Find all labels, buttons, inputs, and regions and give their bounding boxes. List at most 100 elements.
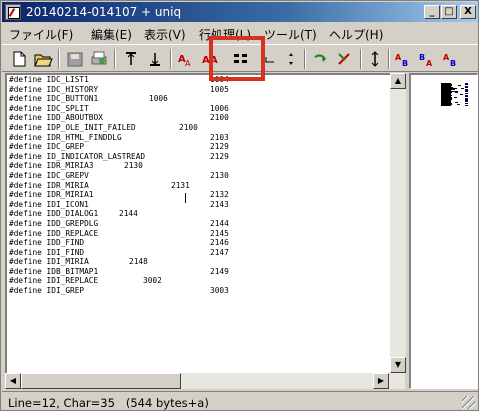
swap-lines-icon[interactable] bbox=[364, 49, 386, 69]
scroll-right-button[interactable]: ▶ bbox=[373, 373, 389, 389]
code-text: #define IDC_LIST1 bbox=[9, 75, 89, 84]
code-text: #define IDP_OLE_INIT_FAILED bbox=[9, 122, 136, 132]
code-line: #define IDD_FIND 2146 bbox=[9, 238, 229, 248]
sort-ascending-icon[interactable] bbox=[120, 49, 142, 69]
minimap-value bbox=[465, 93, 469, 94]
horizontal-scrollbar[interactable]: ◀ ▶ bbox=[5, 373, 405, 389]
status-bar: Line=12, Char=35 (544 bytes+a) bbox=[2, 391, 478, 411]
code-line: #define IDD_GREPDLG 2144 bbox=[9, 218, 229, 229]
app-icon[interactable] bbox=[5, 4, 21, 20]
code-value: 1005 bbox=[210, 84, 229, 94]
code-value: 3002 bbox=[143, 276, 162, 286]
scroll-down-button[interactable]: ▼ bbox=[390, 357, 406, 373]
code-value: 2149 bbox=[210, 266, 229, 276]
minimap-value bbox=[465, 87, 469, 88]
code-value: 2103 bbox=[210, 132, 229, 142]
minimap-line bbox=[441, 105, 451, 106]
code-text: #define IDC_SPLIT bbox=[9, 103, 89, 113]
code-value: 2100 bbox=[210, 113, 229, 123]
menu-view[interactable]: 表示(V) bbox=[144, 26, 186, 43]
code-text: #define IDR_MIRIA3 bbox=[9, 161, 94, 171]
find-next-icon[interactable] bbox=[310, 49, 332, 69]
code-lines: #define IDC_LIST1 1004 #define IDC_HISTORY… bbox=[9, 75, 229, 296]
print-icon[interactable] bbox=[88, 49, 110, 69]
code-text: #define IDC_HISTORY bbox=[9, 84, 99, 94]
minimap-value bbox=[465, 105, 469, 106]
horizontal-scroll-thumb[interactable] bbox=[21, 373, 181, 389]
code-line: #define IDC_GREPV 2130 bbox=[9, 170, 229, 181]
minimize-button[interactable]: _ bbox=[424, 5, 440, 19]
code-text: #define IDD_DIALOG1 bbox=[9, 209, 99, 219]
code-text: #define IDD_FIND bbox=[9, 238, 85, 248]
menu-edit[interactable]: 編集(E) bbox=[91, 26, 132, 43]
minimap-value bbox=[454, 97, 458, 98]
minimap-value bbox=[457, 85, 461, 86]
svg-text:B: B bbox=[450, 59, 456, 68]
compare-ab-icon[interactable]: AB bbox=[392, 49, 414, 69]
toolbar-separator bbox=[170, 49, 172, 69]
code-value: 2143 bbox=[210, 199, 229, 209]
resize-grip-icon[interactable] bbox=[462, 396, 475, 409]
code-text: #define IDD_GREPDLG bbox=[9, 218, 99, 228]
save-icon[interactable] bbox=[64, 49, 86, 69]
code-line: #define ID_INDICATOR_LASTREAD 2129 bbox=[9, 151, 229, 162]
code-line: #define IDC_HISTORY 1005 bbox=[9, 84, 229, 95]
maximize-button[interactable]: □ bbox=[441, 5, 457, 19]
code-line: #define IDI_REPLACE 3002 bbox=[9, 276, 162, 286]
svg-text:A: A bbox=[395, 53, 402, 62]
code-text: #define IDI_REPLACE bbox=[9, 276, 99, 286]
code-value: 3003 bbox=[210, 286, 229, 296]
code-line: #define IDD_REPLACE 2145 bbox=[9, 228, 229, 239]
menu-help[interactable]: ヘルプ(H) bbox=[329, 26, 383, 43]
code-text: #define IDI_GREP bbox=[9, 286, 85, 296]
code-text: #define IDC_GREPV bbox=[9, 170, 89, 180]
minimap-value bbox=[465, 91, 469, 92]
code-line: #define IDD_ABOUTBOX 2100 bbox=[9, 113, 229, 123]
code-value: 2129 bbox=[210, 142, 229, 152]
svg-text:A: A bbox=[443, 53, 450, 62]
minimap-value bbox=[457, 104, 461, 105]
code-text: #define IDI_MIRIA bbox=[9, 257, 89, 267]
code-value: 2130 bbox=[124, 161, 143, 171]
code-value: 2130 bbox=[210, 170, 229, 180]
compare-ab-alt-icon[interactable]: AB bbox=[440, 49, 462, 69]
scroll-left-button[interactable]: ◀ bbox=[5, 373, 21, 389]
scroll-up-button[interactable]: ▲ bbox=[390, 73, 406, 89]
svg-text:A: A bbox=[185, 59, 191, 68]
code-line: #define IDR_MIRIA3 2130 bbox=[9, 161, 145, 171]
code-text: #define IDD_REPLACE bbox=[9, 228, 99, 238]
highlight-box bbox=[209, 36, 265, 81]
new-file-icon[interactable] bbox=[8, 49, 30, 69]
code-line: #define IDD_DIALOG1 2144 bbox=[9, 209, 145, 219]
code-value: 2145 bbox=[210, 228, 229, 238]
app-window: 20140214-014107 + uniq _ □ X ファイル(F) 編集(… bbox=[0, 0, 479, 411]
toolbar-separator bbox=[114, 49, 116, 69]
text-case-icon[interactable]: AA bbox=[174, 49, 196, 69]
vertical-scrollbar[interactable]: ▲ ▼ bbox=[390, 73, 406, 373]
svg-text:A: A bbox=[426, 59, 433, 68]
toolbar-separator bbox=[304, 49, 306, 69]
sort-descending-icon[interactable] bbox=[144, 49, 166, 69]
minimap-panel[interactable] bbox=[409, 73, 478, 389]
text-editor[interactable]: #define IDC_LIST1 1004 #define IDC_HISTORY… bbox=[5, 73, 405, 389]
title-bar[interactable]: 20140214-014107 + uniq _ □ X bbox=[2, 2, 478, 22]
compare-ba-icon[interactable]: BA bbox=[416, 49, 438, 69]
code-value: 2132 bbox=[210, 190, 229, 200]
code-line: #define IDI_FIND 2147 bbox=[9, 248, 229, 258]
code-line: #define IDC_BUTTON1 1006 bbox=[9, 94, 168, 104]
mark-icon[interactable] bbox=[334, 49, 356, 69]
code-text: #define ID_INDICATOR_LASTREAD bbox=[9, 151, 146, 161]
code-line: #define IDR_HTML_FINDDLG 2103 bbox=[9, 133, 229, 143]
text-caret bbox=[185, 193, 186, 203]
close-button[interactable]: X bbox=[460, 5, 476, 19]
code-text: #define IDC_GREP bbox=[9, 142, 85, 152]
code-value: 2144 bbox=[119, 209, 138, 219]
code-text: #define IDC_BUTTON1 bbox=[9, 94, 99, 104]
minimap-value bbox=[454, 92, 458, 93]
menu-tools[interactable]: ツール(T) bbox=[264, 26, 317, 43]
code-text: #define IDR_MIRIA bbox=[9, 180, 89, 190]
minimap-value bbox=[465, 96, 469, 97]
move-up-down-icon[interactable] bbox=[280, 49, 302, 69]
open-file-icon[interactable] bbox=[32, 49, 54, 69]
menu-file[interactable]: ファイル(F) bbox=[9, 26, 73, 43]
